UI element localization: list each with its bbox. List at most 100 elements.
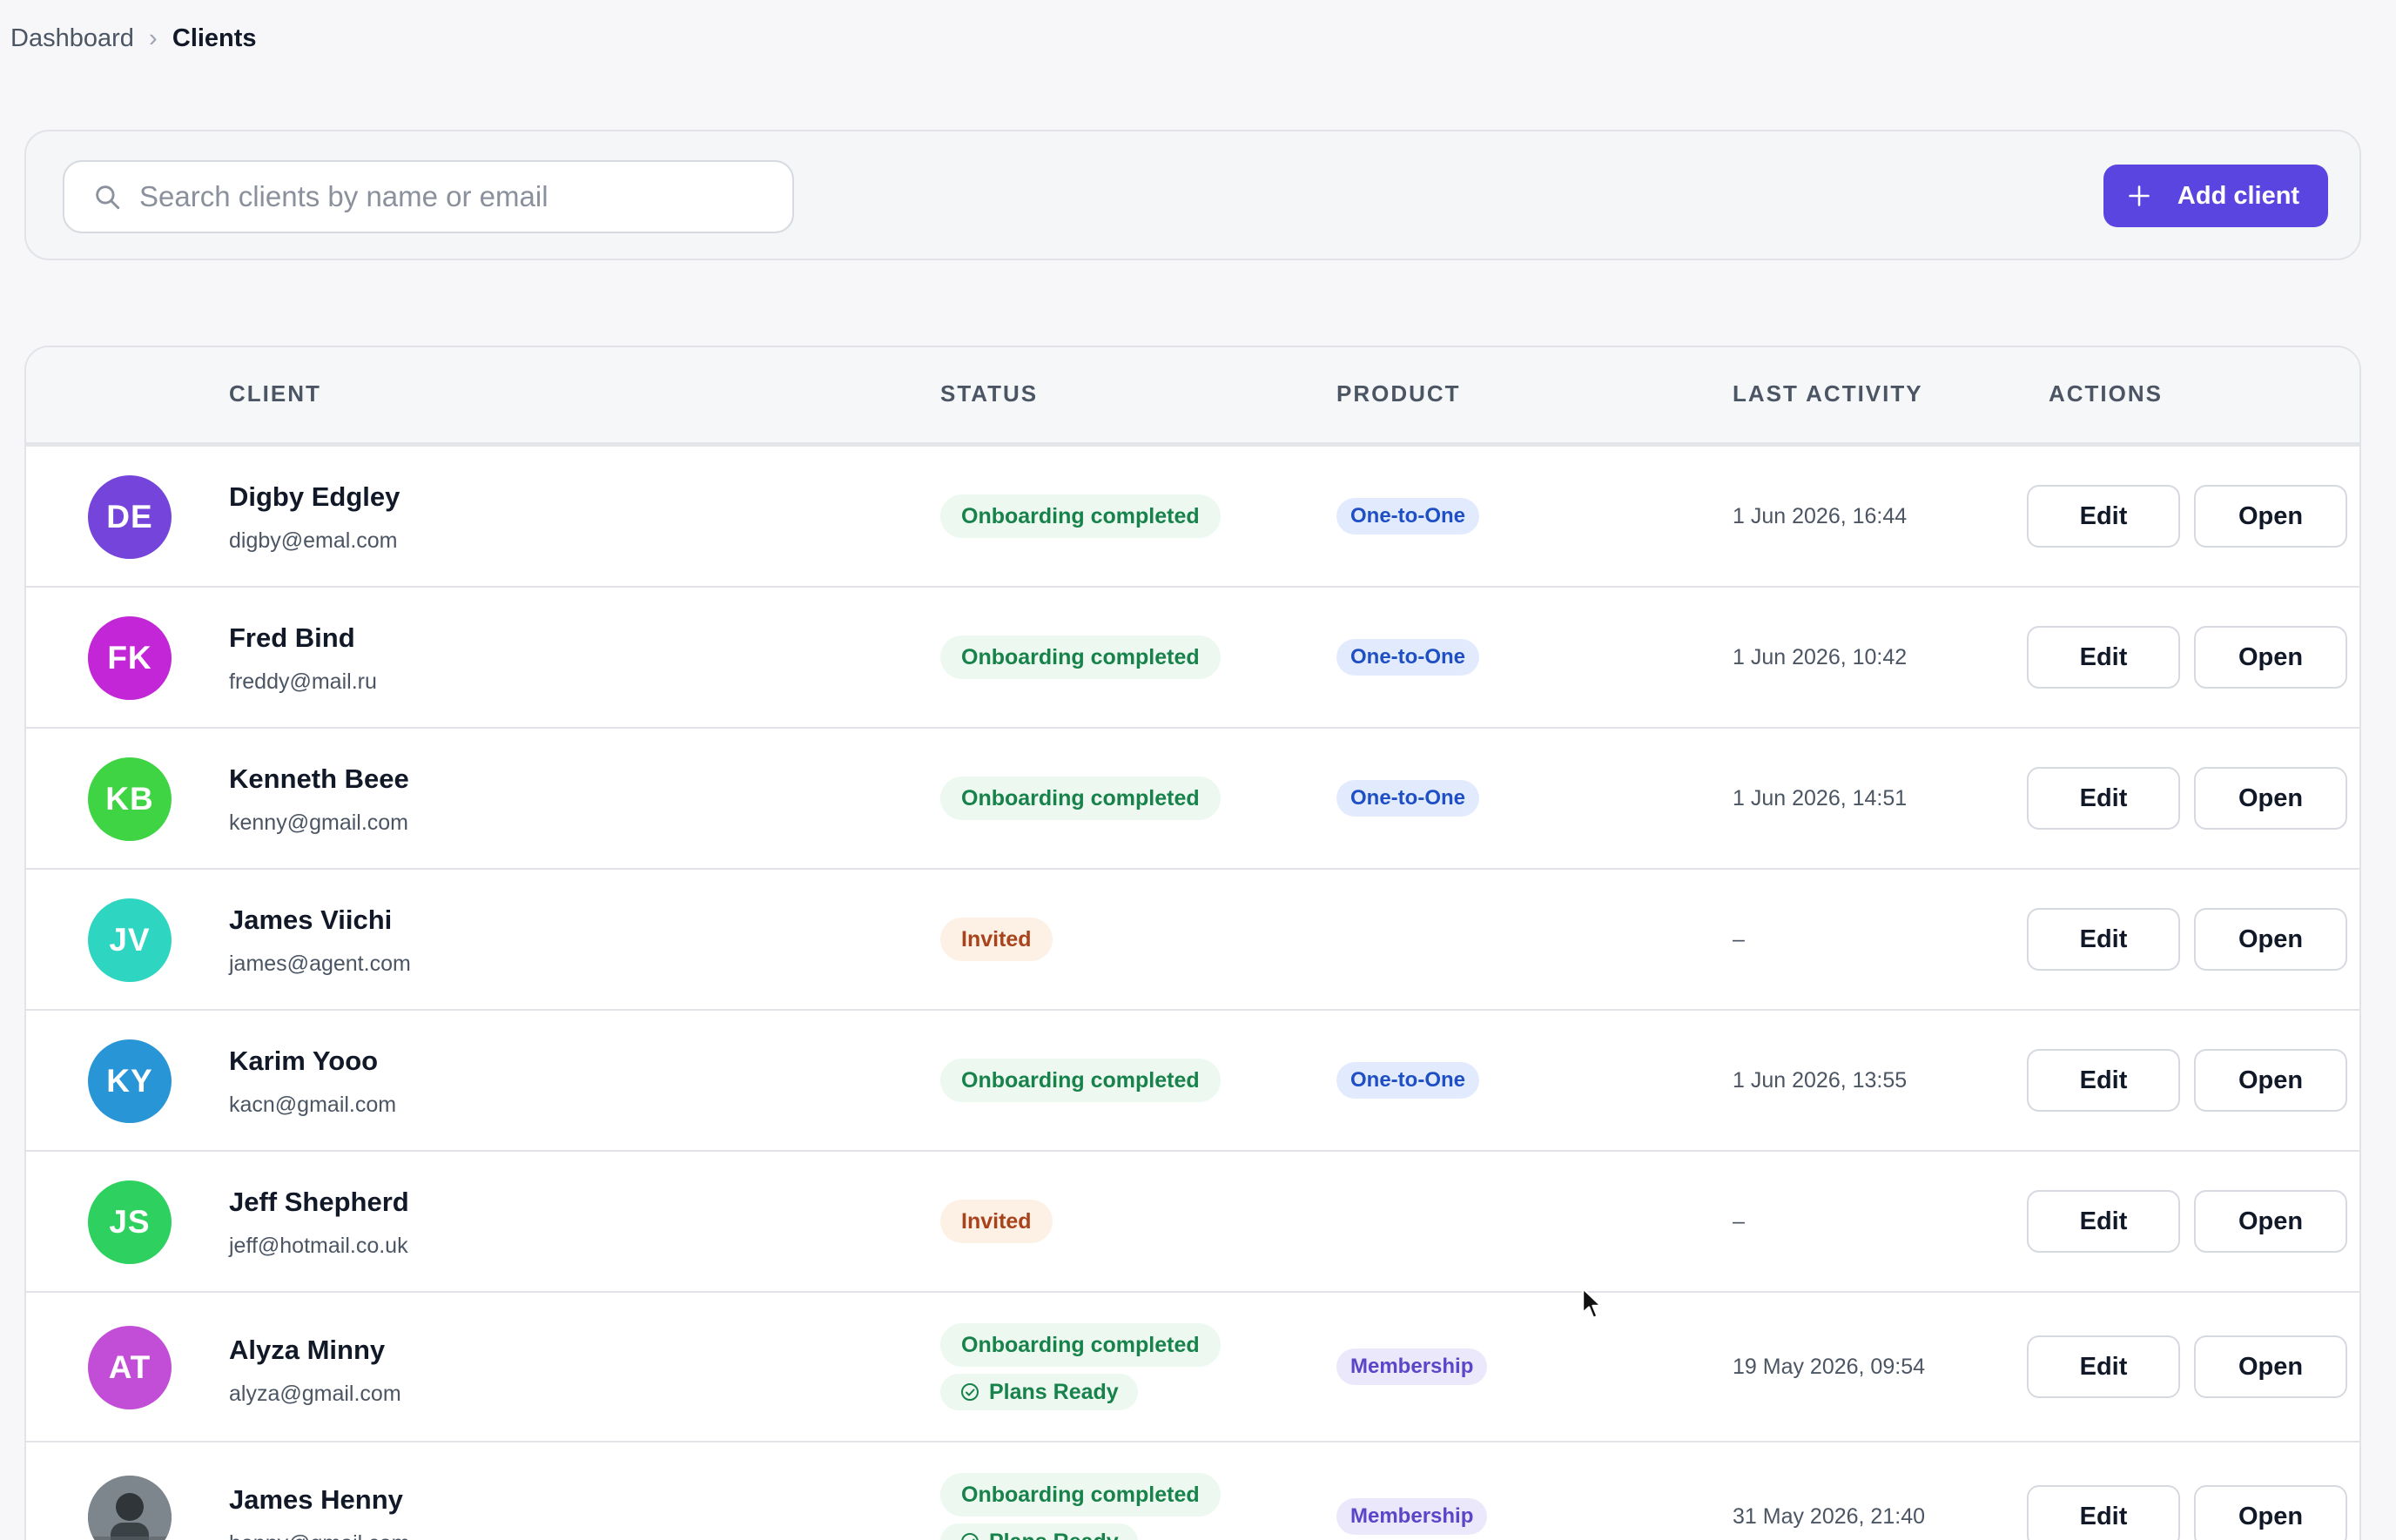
- client-name[interactable]: Karim Yooo: [229, 1044, 378, 1079]
- client-email: kenny@gmail.com: [229, 810, 409, 835]
- client-name[interactable]: Kenneth Beee: [229, 762, 409, 797]
- status-cell: Onboarding completed: [940, 588, 1221, 727]
- table-row[interactable]: FK Fred Bind freddy@mail.ru Onboarding comp…: [26, 588, 2359, 729]
- last-activity: 1 Jun 2026, 14:51: [1733, 785, 1908, 810]
- row-actions: Edit Open: [2027, 729, 2347, 868]
- search-box[interactable]: [63, 160, 794, 233]
- table-row[interactable]: JV James Viichi james@agent.com Invited – Edi…: [26, 870, 2359, 1011]
- avatar: JS: [88, 1180, 172, 1264]
- avatar-initials: JS: [109, 1204, 151, 1240]
- product-tag: One-to-One: [1336, 780, 1479, 817]
- avatar-initials: JV: [109, 922, 151, 958]
- plans-ready-label: Plans Ready: [989, 1379, 1119, 1404]
- open-button[interactable]: Open: [2194, 908, 2347, 971]
- open-button[interactable]: Open: [2194, 767, 2347, 830]
- table-row[interactable]: James Henny henny@gmail.com Onboarding com…: [26, 1442, 2359, 1540]
- chevron-right-icon: ›: [149, 24, 158, 52]
- product-tag: One-to-One: [1336, 498, 1479, 535]
- avatar: [88, 1476, 172, 1540]
- row-actions: Edit Open: [2027, 1152, 2347, 1291]
- status-badge: Onboarding completed: [940, 1473, 1221, 1516]
- client-name[interactable]: James Henny: [229, 1483, 403, 1517]
- avatar-initials: DE: [106, 499, 153, 535]
- client-email: kacn@gmail.com: [229, 1093, 397, 1117]
- column-header-client: CLIENT: [229, 380, 321, 407]
- avatar: KY: [88, 1039, 172, 1123]
- client-name[interactable]: Digby Edgley: [229, 480, 400, 514]
- row-actions: Edit Open: [2027, 1442, 2347, 1540]
- column-header-last-activity: LAST ACTIVITY: [1733, 380, 1923, 407]
- status-badge: Onboarding completed: [940, 636, 1221, 679]
- open-button[interactable]: Open: [2194, 626, 2347, 689]
- open-button[interactable]: Open: [2194, 1049, 2347, 1112]
- client-email: freddy@mail.ru: [229, 669, 377, 694]
- avatar-initials: KB: [105, 781, 154, 817]
- clients-toolbar: Add client: [24, 130, 2361, 260]
- status-cell: Onboarding completed Plans Ready: [940, 1293, 1221, 1441]
- breadcrumb: Dashboard › Clients: [10, 21, 257, 56]
- product-tag: Membership: [1336, 1348, 1488, 1385]
- plans-ready-label: Plans Ready: [989, 1530, 1119, 1540]
- avatar: JV: [88, 898, 172, 982]
- status-badge: Invited: [940, 918, 1053, 961]
- avatar-initials: KY: [106, 1063, 153, 1099]
- edit-button[interactable]: Edit: [2027, 626, 2180, 689]
- client-name[interactable]: Jeff Shepherd: [229, 1185, 409, 1220]
- row-actions: Edit Open: [2027, 870, 2347, 1009]
- avatar: AT: [88, 1326, 172, 1409]
- last-activity: –: [1733, 1208, 1745, 1234]
- client-name[interactable]: Alyza Minny: [229, 1333, 385, 1368]
- table-row[interactable]: KB Kenneth Beee kenny@gmail.com Onboarding …: [26, 729, 2359, 870]
- avatar: KB: [88, 757, 172, 841]
- client-email: james@agent.com: [229, 952, 411, 976]
- client-email: alyza@gmail.com: [229, 1382, 401, 1406]
- edit-button[interactable]: Edit: [2027, 1335, 2180, 1398]
- table-row[interactable]: KY Karim Yooo kacn@gmail.com Onboarding com…: [26, 1011, 2359, 1152]
- plans-ready-badge: Plans Ready: [940, 1523, 1138, 1540]
- status-cell: Onboarding completed: [940, 729, 1221, 868]
- status-cell: Invited: [940, 1152, 1053, 1291]
- search-icon: [96, 185, 120, 210]
- product-cell: One-to-One: [1336, 447, 1479, 586]
- open-button[interactable]: Open: [2194, 485, 2347, 548]
- add-client-button[interactable]: Add client: [2103, 165, 2328, 227]
- last-activity: 1 Jun 2026, 10:42: [1733, 644, 1908, 669]
- last-activity: 19 May 2026, 09:54: [1733, 1354, 1925, 1379]
- client-email: henny@gmail.com: [229, 1530, 409, 1540]
- table-row[interactable]: DE Digby Edgley digby@emal.com Onboarding c…: [26, 447, 2359, 588]
- status-badge: Onboarding completed: [940, 1059, 1221, 1102]
- client-name[interactable]: James Viichi: [229, 903, 392, 938]
- avatar: FK: [88, 616, 172, 700]
- table-row[interactable]: AT Alyza Minny alyza@gmail.com Onboarding c…: [26, 1293, 2359, 1442]
- table-row[interactable]: JS Jeff Shepherd jeff@hotmail.co.uk Invited…: [26, 1152, 2359, 1293]
- last-activity: 31 May 2026, 21:40: [1733, 1503, 1925, 1529]
- row-actions: Edit Open: [2027, 447, 2347, 586]
- client-email: digby@emal.com: [229, 528, 398, 553]
- last-activity: –: [1733, 926, 1745, 952]
- column-header-status: STATUS: [940, 380, 1039, 407]
- edit-button[interactable]: Edit: [2027, 767, 2180, 830]
- row-actions: Edit Open: [2027, 1293, 2347, 1441]
- open-button[interactable]: Open: [2194, 1485, 2347, 1540]
- edit-button[interactable]: Edit: [2027, 1190, 2180, 1253]
- product-tag: Membership: [1336, 1498, 1488, 1535]
- status-cell: Onboarding completed: [940, 447, 1221, 586]
- product-cell: One-to-One: [1336, 1011, 1479, 1150]
- search-input[interactable]: [139, 180, 749, 213]
- status-cell: Onboarding completed: [940, 1011, 1221, 1150]
- table-body: DE Digby Edgley digby@emal.com Onboarding c…: [26, 447, 2359, 1540]
- edit-button[interactable]: Edit: [2027, 485, 2180, 548]
- avatar-initials: AT: [108, 1349, 151, 1385]
- product-cell: Membership: [1336, 1293, 1488, 1441]
- client-name[interactable]: Fred Bind: [229, 621, 355, 656]
- edit-button[interactable]: Edit: [2027, 908, 2180, 971]
- open-button[interactable]: Open: [2194, 1335, 2347, 1398]
- breadcrumb-dashboard-link[interactable]: Dashboard: [10, 21, 134, 56]
- open-button[interactable]: Open: [2194, 1190, 2347, 1253]
- product-cell: One-to-One: [1336, 729, 1479, 868]
- status-cell: Onboarding completed Plans Ready: [940, 1442, 1221, 1540]
- edit-button[interactable]: Edit: [2027, 1485, 2180, 1540]
- avatar: DE: [88, 475, 172, 559]
- edit-button[interactable]: Edit: [2027, 1049, 2180, 1112]
- last-activity: 1 Jun 2026, 16:44: [1733, 503, 1908, 528]
